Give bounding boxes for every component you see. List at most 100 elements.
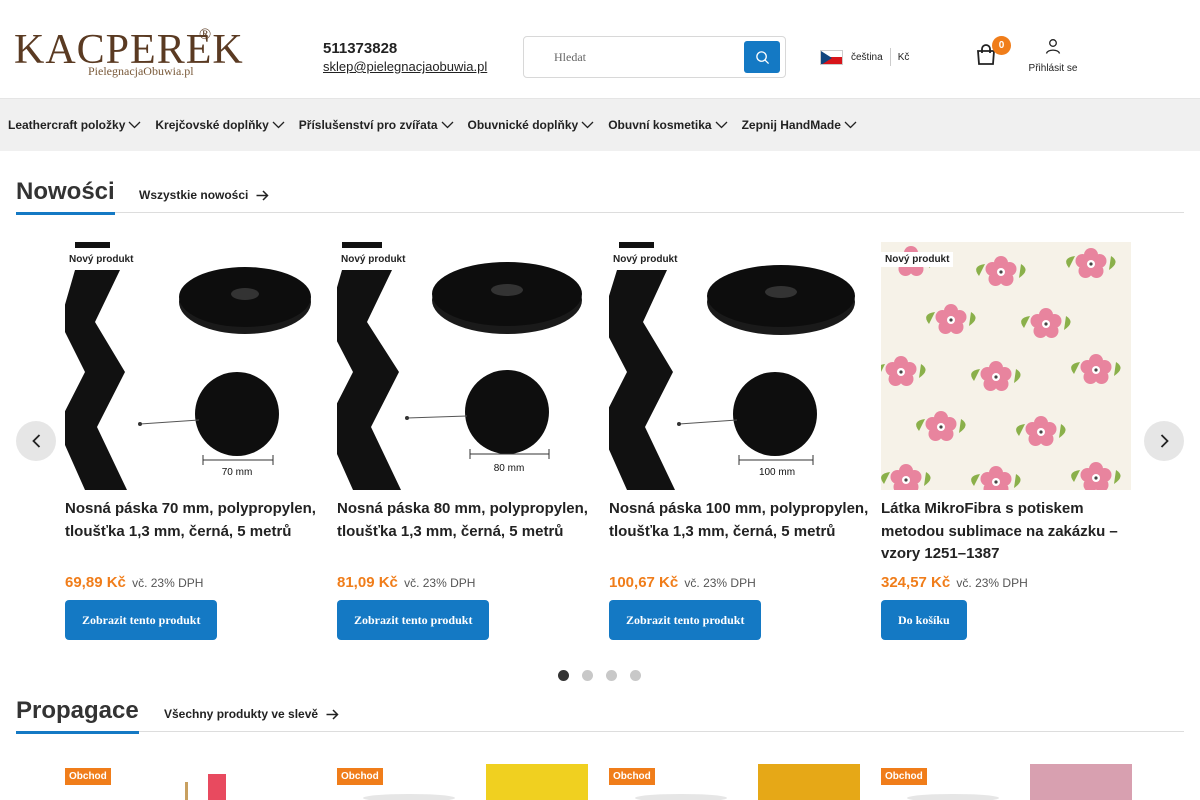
all-news-label: Wszystkie nowości (139, 188, 249, 202)
login-button[interactable]: Přihlásit se (1020, 38, 1086, 74)
vat-note: vč. 23% DPH (404, 576, 476, 590)
chevron-left-icon (31, 434, 40, 448)
all-news-link[interactable]: Wszystkie nowości (139, 188, 269, 202)
search-button[interactable] (744, 41, 780, 73)
dimension-label: 70 mm (222, 467, 253, 478)
nav-item-leathercraft[interactable]: Leathercraft položky (8, 118, 141, 132)
nav-item-label: Obuvnické doplňky (467, 118, 579, 132)
login-label: Přihlásit se (1028, 63, 1078, 74)
product-image[interactable]: 100 mm (609, 242, 859, 490)
nav-item-shoe-accessories[interactable]: Obuvnické doplňky (468, 118, 595, 132)
new-product-badge: Nový produkt (337, 252, 410, 267)
webbing-strap-image: 100 mm (609, 242, 855, 490)
shop-badge: Obchod (65, 768, 111, 785)
product-image[interactable]: 70 mm (65, 242, 315, 490)
promo-product-card[interactable]: Obchod (65, 760, 317, 800)
search-icon (755, 50, 769, 64)
price-value: 100,67 Kč (609, 574, 679, 591)
carousel-dot[interactable] (630, 670, 641, 681)
all-sale-products-label: Všechny produkty ve slevě (164, 707, 319, 721)
product-name[interactable]: Látka MikroFibra s potiskem metodou subl… (881, 498, 1141, 566)
logo-subtitle: PielegnacjaObuwia.pl (88, 64, 194, 78)
floral-fabric-image (881, 246, 1121, 490)
price-value: 324,57 Kč (881, 574, 951, 591)
chevron-down-icon (715, 121, 728, 129)
chevron-down-icon (581, 121, 594, 129)
product-price: 81,09 Kč vč. 23% DPH (337, 574, 475, 591)
shop-badge: Obchod (609, 768, 655, 785)
nav-item-label: Obuvní kosmetika (608, 118, 712, 132)
email-link[interactable]: sklep@pielegnacjaobuwia.pl (323, 59, 487, 75)
site-logo[interactable]: KACPEREK ® PielegnacjaObuwia.pl (14, 24, 243, 88)
vat-note: vč. 23% DPH (956, 576, 1028, 590)
chevron-down-icon (128, 121, 141, 129)
arrow-right-icon (326, 708, 339, 720)
new-product-badge: Nový produkt (881, 252, 954, 267)
chevron-down-icon (272, 121, 285, 129)
promo-product-card[interactable]: Obchod (881, 760, 1133, 800)
promo-section-title: Propagace (16, 697, 139, 734)
webbing-strap-image: 70 mm (65, 242, 311, 490)
contact-info: 511373828 sklep@pielegnacjaobuwia.pl (323, 40, 487, 75)
product-name[interactable]: Nosná páska 100 mm, polypropylen, tloušť… (609, 498, 869, 543)
language-label[interactable]: čeština (851, 52, 883, 63)
arrow-right-icon (256, 189, 269, 201)
nav-item-zepnij-handmade[interactable]: Zepnij HandMade (742, 118, 857, 132)
product-price: 324,57 Kč vč. 23% DPH (881, 574, 1028, 591)
chevron-right-icon (1160, 434, 1169, 448)
view-product-button[interactable]: Zobrazit tento produkt (337, 600, 490, 640)
user-icon (1045, 39, 1061, 54)
carousel-dot[interactable] (606, 670, 617, 681)
vat-note: vč. 23% DPH (132, 576, 204, 590)
new-product-badge: Nový produkt (65, 252, 138, 267)
logo-registered-mark: ® (199, 26, 212, 43)
chevron-down-icon (441, 121, 453, 129)
news-section-title: Nowości (16, 178, 115, 215)
carousel-dot[interactable] (582, 670, 593, 681)
search-input[interactable] (554, 47, 734, 67)
price-value: 81,09 Kč (337, 574, 398, 591)
add-to-cart-button[interactable]: Do košíku (881, 600, 967, 640)
carousel-dot[interactable] (558, 670, 569, 681)
view-product-button[interactable]: Zobrazit tento produkt (65, 600, 218, 640)
search-box (523, 36, 786, 78)
main-navigation: Leathercraft položky Krejčovské doplňky … (0, 99, 1200, 151)
cart-button[interactable]: 0 (976, 36, 1011, 66)
promo-section-header: Propagace Všechny produkty ve slevě (16, 692, 1184, 734)
nav-item-label: Leathercraft položky (8, 118, 126, 132)
site-header: KACPEREK ® PielegnacjaObuwia.pl 51137382… (0, 0, 1200, 99)
vat-note: vč. 23% DPH (684, 576, 756, 590)
phone-number[interactable]: 511373828 (323, 40, 487, 58)
carousel-next-button[interactable] (1144, 421, 1184, 461)
nav-item-shoe-cosmetics[interactable]: Obuvní kosmetika (608, 118, 728, 132)
promo-product-card[interactable]: Obchod (337, 760, 589, 800)
promo-product-card[interactable]: Obchod (609, 760, 861, 800)
nav-item-label: Příslušenství pro zvířata (298, 118, 438, 132)
product-price: 69,89 Kč vč. 23% DPH (65, 574, 203, 591)
czech-flag-icon (820, 49, 843, 65)
view-product-button[interactable]: Zobrazit tento produkt (609, 600, 762, 640)
nav-item-tailoring[interactable]: Krejčovské doplňky (155, 118, 285, 132)
product-image[interactable] (881, 242, 1131, 490)
product-name[interactable]: Nosná páska 80 mm, polypropylen, tloušťk… (337, 498, 597, 543)
product-image[interactable]: 80 mm (337, 242, 587, 490)
all-sale-products-link[interactable]: Všechny produkty ve slevě (164, 707, 339, 721)
nav-item-label: Krejčovské doplňky (155, 118, 269, 132)
carousel-prev-button[interactable] (16, 421, 56, 461)
new-product-badge: Nový produkt (609, 252, 682, 267)
nav-item-label: Zepnij HandMade (741, 118, 841, 132)
dimension-label: 100 mm (759, 467, 795, 478)
cart-count-badge: 0 (992, 36, 1011, 55)
chevron-down-icon (844, 121, 857, 129)
nav-item-pet-accessories[interactable]: Příslušenství pro zvířata (299, 118, 454, 132)
shop-badge: Obchod (337, 768, 383, 785)
language-currency-switcher[interactable]: čeština Kč (820, 48, 909, 66)
product-name[interactable]: Nosná páska 70 mm, polypropylen, tloušťk… (65, 498, 325, 543)
dimension-label: 80 mm (494, 463, 525, 474)
product-price: 100,67 Kč vč. 23% DPH (609, 574, 756, 591)
webbing-strap-image: 80 mm (337, 242, 582, 490)
currency-label[interactable]: Kč (898, 52, 910, 63)
shop-badge: Obchod (881, 768, 927, 785)
divider (889, 48, 891, 66)
news-section-header: Nowości Wszystkie nowości (16, 173, 1184, 215)
